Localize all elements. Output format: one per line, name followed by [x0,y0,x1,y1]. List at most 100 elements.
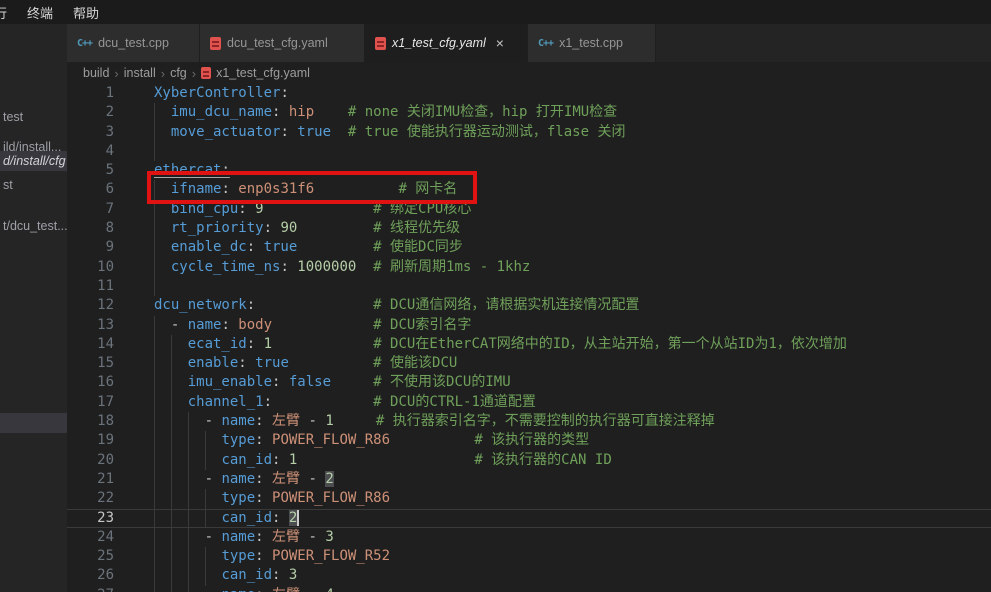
line-number[interactable]: 26 [67,566,127,585]
code-line[interactable]: 1XyberController: [67,84,991,103]
close-icon[interactable]: × [496,36,504,50]
line-number[interactable]: 14 [67,335,127,354]
line-number[interactable]: 6 [67,180,127,199]
code-content[interactable]: rt_priority: 90 # 线程优先级 [127,219,991,238]
code-line[interactable]: 15 enable: true # 使能该DCU [67,354,991,373]
code-content[interactable]: XyberController: [127,84,991,103]
code-content[interactable]: enable_dc: true # 使能DC同步 [127,238,991,257]
line-number[interactable]: 10 [67,258,127,277]
code-content[interactable]: imu_dcu_name: hip # none 关闭IMU检查，hip 打开I… [127,103,991,122]
code-content[interactable]: - name: 左臂 - 4 [127,586,991,592]
line-number[interactable]: 8 [67,219,127,238]
breadcrumb-segment[interactable]: cfg [170,66,187,80]
code-line[interactable]: 24 - name: 左臂 - 3 [67,528,991,547]
code-line[interactable]: 12dcu_network: # DCU通信网络，请根据实机连接情况配置 [67,296,991,315]
sidebar-item[interactable]: test [0,107,67,127]
code-line[interactable]: 25 type: POWER_FLOW_R52 [67,547,991,566]
code-line[interactable]: 20 can_id: 1 # 该执行器的CAN ID [67,451,991,470]
code-content[interactable]: cycle_time_ns: 1000000 # 刷新周期1ms - 1khz [127,258,991,277]
token: : [255,490,272,506]
code-line[interactable]: 17 channel_1: # DCU的CTRL-1通道配置 [67,393,991,412]
code-line[interactable]: 13 - name: body # DCU索引名字 [67,316,991,335]
line-number[interactable]: 22 [67,489,127,508]
code-line[interactable]: 21 - name: 左臂 - 2 [67,470,991,489]
menu-item-terminal[interactable]: 终端 [17,3,63,22]
code-line[interactable]: 10 cycle_time_ns: 1000000 # 刷新周期1ms - 1k… [67,258,991,277]
code-line[interactable]: 26 can_id: 3 [67,566,991,585]
line-number[interactable]: 23 [67,509,127,528]
code-line[interactable]: 11 [67,277,991,296]
code-line[interactable]: 22 type: POWER_FLOW_R86 [67,489,991,508]
menu-item-run[interactable]: 行 [0,3,17,22]
menu-item-help[interactable]: 帮助 [63,3,109,22]
code-line[interactable]: 4 [67,142,991,161]
code-content[interactable]: - name: 左臂 - 1 # 执行器索引名字，不需要控制的执行器可直接注释掉 [127,412,991,431]
line-number[interactable]: 15 [67,354,127,373]
code-line[interactable]: 3 move_actuator: true # true 使能执行器运动测试，f… [67,123,991,142]
sidebar-item[interactable]: d/install/cfg [0,151,67,171]
line-number[interactable]: 18 [67,412,127,431]
code-content[interactable]: channel_1: # DCU的CTRL-1通道配置 [127,393,991,412]
code-line[interactable]: 14 ecat_id: 1 # DCU在EtherCAT网络中的ID，从主站开始… [67,335,991,354]
code-line[interactable]: 19 type: POWER_FLOW_R86 # 该执行器的类型 [67,431,991,450]
code-content[interactable]: - name: 左臂 - 3 [127,528,991,547]
code-line[interactable]: 23 can_id: 2 [67,509,991,528]
code-content[interactable] [127,142,991,161]
line-number[interactable]: 24 [67,528,127,547]
line-number[interactable]: 20 [67,451,127,470]
code-content[interactable]: - name: 左臂 - 2 [127,470,991,489]
code-content[interactable]: can_id: 1 # 该执行器的CAN ID [127,451,991,470]
code-content[interactable]: ecat_id: 1 # DCU在EtherCAT网络中的ID，从主站开始，第一… [127,335,991,354]
code-content[interactable]: move_actuator: true # true 使能执行器运动测试，fla… [127,123,991,142]
line-number[interactable]: 19 [67,431,127,450]
line-number[interactable]: 12 [67,296,127,315]
line-number[interactable]: 9 [67,238,127,257]
code-line[interactable]: 18 - name: 左臂 - 1 # 执行器索引名字，不需要控制的执行器可直接… [67,412,991,431]
line-number[interactable]: 27 [67,586,127,592]
line-number[interactable]: 7 [67,200,127,219]
sidebar-item[interactable] [0,413,67,433]
line-number[interactable]: 13 [67,316,127,335]
tab-dcu_test_cfg.yaml[interactable]: dcu_test_cfg.yaml [200,24,365,62]
sidebar-item[interactable]: t/dcu_test... [0,216,67,236]
code-content[interactable]: enable: true # 使能该DCU [127,354,991,373]
tab-label: dcu_test_cfg.yaml [227,36,328,50]
code-line[interactable]: 9 enable_dc: true # 使能DC同步 [67,238,991,257]
yaml-file-icon [375,37,386,50]
line-number[interactable]: 25 [67,547,127,566]
line-number[interactable]: 16 [67,373,127,392]
line-number[interactable]: 17 [67,393,127,412]
line-number[interactable]: 2 [67,103,127,122]
code-content[interactable]: type: POWER_FLOW_R86 [127,489,991,508]
line-number[interactable]: 4 [67,142,127,161]
code-editor[interactable]: 1XyberController:2 imu_dcu_name: hip # n… [67,84,991,592]
token: enable_dc [171,239,247,255]
code-content[interactable]: imu_enable: false # 不使用该DCU的IMU [127,373,991,392]
tab-x1_test_cfg.yaml[interactable]: x1_test_cfg.yaml× [365,24,528,62]
breadcrumb-segment[interactable]: install [124,66,156,80]
token: 3 [289,567,297,583]
tab-x1_test.cpp[interactable]: C++x1_test.cpp [528,24,656,62]
line-number[interactable]: 21 [67,470,127,489]
token: : [221,317,238,333]
code-line[interactable]: 16 imu_enable: false # 不使用该DCU的IMU [67,373,991,392]
sidebar-item[interactable]: st [0,175,67,195]
breadcrumb-segment[interactable]: build [83,66,109,80]
code-content[interactable]: can_id: 3 [127,566,991,585]
line-number[interactable]: 11 [67,277,127,296]
line-number[interactable]: 3 [67,123,127,142]
line-number[interactable]: 1 [67,84,127,103]
code-line[interactable]: 8 rt_priority: 90 # 线程优先级 [67,219,991,238]
code-content[interactable] [127,277,991,296]
code-content[interactable]: type: POWER_FLOW_R52 [127,547,991,566]
code-line[interactable]: 27 - name: 左臂 - 4 [67,586,991,592]
code-content[interactable]: type: POWER_FLOW_R86 # 该执行器的类型 [127,431,991,450]
code-tokens: channel_1: # DCU的CTRL-1通道配置 [154,393,536,412]
tab-dcu_test.cpp[interactable]: C++dcu_test.cpp [67,24,200,62]
line-number[interactable]: 5 [67,161,127,180]
code-content[interactable]: - name: body # DCU索引名字 [127,316,991,335]
code-content[interactable]: can_id: 2 [127,509,991,528]
code-line[interactable]: 2 imu_dcu_name: hip # none 关闭IMU检查，hip 打… [67,103,991,122]
breadcrumb-file[interactable]: x1_test_cfg.yaml [216,66,310,80]
code-content[interactable]: dcu_network: # DCU通信网络，请根据实机连接情况配置 [127,296,991,315]
